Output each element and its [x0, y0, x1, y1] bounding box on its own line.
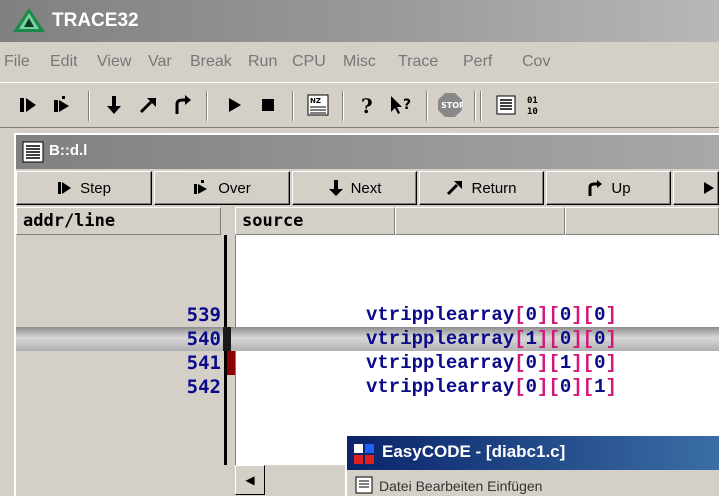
svg-text:10: 10 [527, 107, 538, 117]
source-code: vtripplearray[1][0][0] [366, 328, 617, 350]
list-row[interactable]: 542 vtripplearray[0][0][1] [16, 375, 719, 399]
over-button[interactable]: Over [154, 171, 290, 205]
menu-edit[interactable]: Edit [50, 53, 78, 71]
current-line-row[interactable]: 540 vtripplearray[1][0][0] [16, 327, 719, 351]
trace32-logo-icon [13, 8, 45, 32]
svg-text:01: 01 [527, 96, 538, 106]
register-icon[interactable]: NZ [302, 89, 334, 121]
menu-view[interactable]: View [97, 53, 131, 71]
column-headers: addr/line source [16, 207, 719, 235]
menu-break[interactable]: Break [190, 53, 232, 71]
debug-window-title-bar: B::d.l [16, 135, 719, 169]
menu-trace[interactable]: Trace [398, 53, 438, 71]
stop-sign-icon[interactable]: STOP [434, 89, 466, 121]
up-button[interactable]: Up [546, 171, 671, 205]
menu-perf[interactable]: Perf [463, 53, 492, 71]
context-help-icon[interactable]: ? [386, 89, 418, 121]
column-header-blank-1[interactable] [395, 207, 565, 235]
menu-cov[interactable]: Cov [522, 53, 550, 71]
easycode-title: EasyCODE - [diabc1.c] [382, 442, 566, 461]
return-icon[interactable] [132, 89, 164, 121]
over-icon [194, 180, 208, 194]
app-title-bar: TRACE32 [0, 0, 719, 42]
breakpoint-marker[interactable] [227, 351, 235, 375]
list-row[interactable]: 539 vtripplearray[0][0][0] [16, 303, 719, 327]
easycode-menu-bar: Datei Bearbeiten Einfügen [347, 470, 719, 496]
menu-bar: File Edit View Var Break Run CPU Misc Tr… [0, 42, 719, 82]
hex-icon[interactable]: 01 10 [520, 89, 552, 121]
easycode-window[interactable]: EasyCODE - [diabc1.c] Datei Bearbeiten E… [345, 434, 719, 496]
menu-file[interactable]: File [4, 53, 30, 71]
source-code: vtripplearray[0][0][1] [366, 376, 617, 398]
svg-text:NZ: NZ [310, 97, 321, 105]
line-number: 541 [186, 352, 221, 374]
addr-line-header[interactable]: addr/line [16, 207, 221, 235]
go-btn-icon [704, 182, 714, 194]
menu-cpu[interactable]: CPU [292, 53, 326, 71]
easycode-title-bar[interactable]: EasyCODE - [diabc1.c] [347, 436, 719, 470]
app-title: TRACE32 [52, 10, 139, 31]
source-header[interactable]: source [235, 207, 395, 235]
list-row[interactable]: 541 vtripplearray[0][1][0] [16, 351, 719, 375]
svg-text:STOP: STOP [441, 101, 463, 110]
next-icon [328, 180, 343, 196]
step-into-icon[interactable] [12, 89, 44, 121]
menu-var[interactable]: Var [148, 53, 172, 71]
easycode-app-icon [354, 444, 374, 464]
source-code: vtripplearray[0][0][0] [366, 304, 617, 326]
go-icon[interactable] [218, 89, 250, 121]
line-number: 542 [186, 376, 221, 398]
scroll-left-button[interactable]: ◀ [235, 465, 265, 495]
up-icon[interactable] [166, 89, 198, 121]
column-header-blank-2[interactable] [565, 207, 719, 235]
up-btn-icon [588, 180, 603, 196]
go-button-partial[interactable] [673, 171, 719, 205]
help-icon[interactable]: ? [352, 89, 384, 121]
menu-misc[interactable]: Misc [343, 53, 376, 71]
current-line-marker [223, 327, 231, 351]
step-over-icon[interactable] [46, 89, 78, 121]
window-list-icon [22, 141, 44, 163]
stop-icon[interactable] [252, 89, 284, 121]
line-number: 539 [186, 304, 221, 326]
document-icon [355, 476, 373, 494]
line-number: 540 [186, 328, 221, 350]
easycode-menu-items[interactable]: Datei Bearbeiten Einfügen [379, 478, 542, 494]
list-icon[interactable] [490, 89, 522, 121]
command-bar: Step Over Next Return Up [16, 171, 719, 207]
step-icon [58, 182, 72, 194]
debug-window-title: B::d.l [49, 142, 88, 159]
svg-text:?: ? [361, 94, 373, 116]
step-button[interactable]: Step [16, 171, 152, 205]
toolbar: NZ ? ? STOP 01 10 [0, 82, 719, 128]
menu-run[interactable]: Run [248, 53, 277, 71]
source-code: vtripplearray[0][1][0] [366, 352, 617, 374]
next-button[interactable]: Next [292, 171, 417, 205]
return-button[interactable]: Return [419, 171, 544, 205]
svg-text:?: ? [403, 97, 411, 113]
return-btn-icon [447, 181, 463, 196]
step-down-icon[interactable] [98, 89, 130, 121]
